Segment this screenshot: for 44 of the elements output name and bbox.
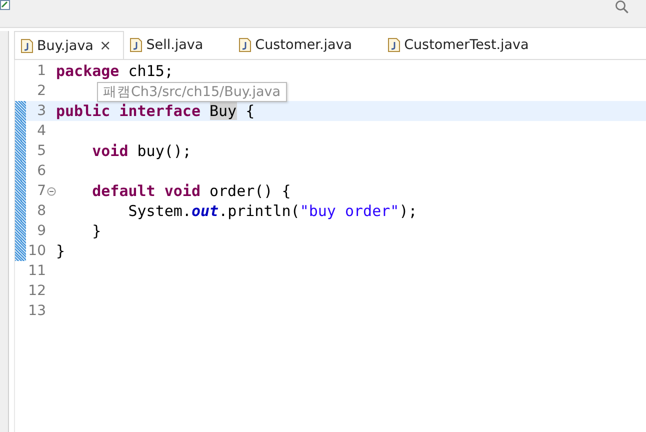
editor-tab[interactable]: Customer.java (233, 31, 382, 59)
perspective-icon[interactable] (0, 0, 10, 10)
code-text: ch15; (128, 62, 174, 80)
line-number: 11 (27, 263, 46, 279)
code-text: buy(); (137, 142, 192, 160)
keyword: package (56, 62, 120, 80)
java-file-icon (239, 38, 252, 52)
java-file-icon (21, 38, 33, 52)
line-number: 7 (36, 183, 46, 199)
code-text: ); (399, 202, 418, 220)
editor-tab[interactable]: CustomerTest.java (382, 31, 559, 59)
java-file-icon (130, 38, 142, 52)
string-literal: "buy order" (300, 202, 400, 220)
editor-tab[interactable]: Buy.java × (14, 31, 124, 59)
code-text: .println( (218, 202, 300, 220)
line-number: 1 (36, 63, 46, 79)
keyword: public (56, 102, 110, 120)
keyword: interface (119, 102, 200, 120)
keyword: default (92, 182, 156, 200)
code-text: } (92, 222, 102, 240)
keyword: void (164, 182, 200, 200)
line-number: 3 (36, 103, 46, 119)
search-icon[interactable] (615, 0, 629, 14)
line-number: 2 (36, 83, 46, 99)
close-tab-button[interactable]: × (99, 38, 112, 54)
line-number: 9 (36, 223, 46, 239)
line-number: 8 (36, 203, 46, 219)
code-text: { (246, 102, 255, 120)
line-number: 10 (27, 243, 46, 259)
code-text: } (56, 242, 66, 260)
line-number: 12 (27, 283, 46, 299)
code-text: order() { (210, 182, 291, 200)
keyword: void (92, 142, 128, 160)
highlighted-identifier: Buy (210, 102, 237, 120)
line-number: 13 (27, 303, 46, 319)
field-name: out (191, 202, 219, 220)
line-number: 5 (36, 143, 46, 159)
editor-tab[interactable]: Sell.java (124, 31, 234, 59)
line-number: 4 (36, 123, 46, 139)
java-file-icon (388, 38, 400, 52)
collapse-icon[interactable] (46, 186, 56, 196)
line-number: 6 (36, 163, 46, 179)
code-text: System. (128, 202, 192, 220)
file-path-tooltip: 패캠Ch3/src/ch15/Buy.java (97, 82, 287, 102)
